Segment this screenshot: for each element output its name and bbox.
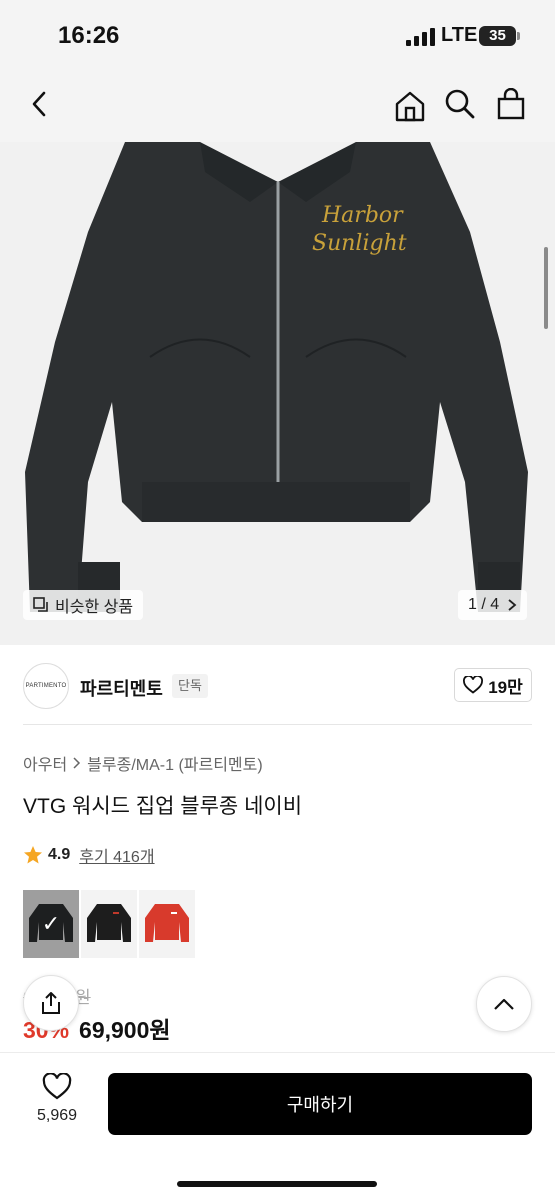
status-bar: 16:26 LTE 35	[0, 0, 555, 68]
home-button[interactable]	[390, 86, 430, 126]
product-image: Harbor Sunlight	[25, 142, 528, 612]
cart-button[interactable]	[491, 84, 531, 124]
product-title: VTG 워시드 집업 블루종 네이비	[23, 795, 303, 818]
chevron-right-icon	[73, 757, 81, 769]
variant-red[interactable]	[139, 890, 195, 958]
check-icon: ✓	[41, 911, 61, 936]
shopping-bag-icon	[497, 88, 525, 120]
brand-row: PARTIMENTO 파르티멘토 단독 19만	[0, 645, 555, 725]
search-icon	[445, 89, 475, 119]
home-icon	[395, 91, 425, 122]
battery-icon: 35	[479, 26, 520, 46]
variant-navy[interactable]: ✓	[23, 890, 79, 958]
breadcrumb: 아우터 블루종/MA-1 (파르티멘토)	[23, 751, 263, 775]
brand-like-button[interactable]: 19만	[454, 668, 532, 702]
variant-black[interactable]	[81, 890, 137, 958]
buy-button[interactable]: 구매하기	[108, 1073, 532, 1135]
share-icon	[42, 992, 60, 1014]
exclusive-badge: 단독	[172, 674, 208, 698]
variant-thumbnail	[145, 904, 189, 942]
scroll-top-button[interactable]	[476, 976, 532, 1032]
variant-thumbnail	[87, 904, 131, 942]
brand-like-count: 19만	[488, 677, 523, 697]
chevron-up-icon	[494, 998, 514, 1010]
pager-text: 1 / 4	[468, 596, 500, 613]
chevron-right-icon	[508, 599, 517, 611]
network-label: LTE	[441, 24, 478, 46]
top-nav	[0, 68, 555, 142]
image-pager[interactable]: 1 / 4	[458, 590, 528, 620]
bottom-action-bar: 5,969 구매하기	[0, 1052, 555, 1200]
color-variants: ✓	[23, 890, 195, 958]
search-button[interactable]	[440, 84, 480, 124]
breadcrumb-item-outer[interactable]: 아우터	[23, 751, 67, 775]
home-indicator	[177, 1181, 377, 1187]
similar-products-button[interactable]: 비슷한 상품	[23, 590, 144, 620]
brand-name[interactable]: 파르티멘토	[80, 675, 163, 701]
similar-products-label: 비슷한 상품	[55, 599, 134, 616]
brand-logo[interactable]: PARTIMENTO	[23, 663, 69, 709]
divider	[23, 724, 532, 725]
rating-value: 4.9	[48, 846, 71, 863]
copy-icon	[33, 597, 48, 612]
signal-icon	[406, 28, 435, 46]
page-scrollbar[interactable]	[544, 247, 548, 329]
breadcrumb-item-category[interactable]: 블루종/MA-1 (파르티멘토)	[87, 751, 263, 775]
embroidery-text-1: Harbor	[321, 203, 404, 228]
wishlist-count: 5,969	[36, 1107, 78, 1124]
heart-icon	[42, 1073, 72, 1100]
chevron-left-icon	[32, 91, 46, 117]
embroidery-text-2: Sunlight	[312, 231, 407, 256]
back-button[interactable]	[20, 84, 60, 124]
product-image-carousel[interactable]: Harbor Sunlight 비슷한 상품 1 / 4	[0, 142, 555, 645]
share-button[interactable]	[23, 975, 79, 1031]
sale-price: 69,900원	[79, 1017, 171, 1043]
heart-icon	[463, 676, 484, 694]
star-icon	[24, 846, 42, 864]
reviews-link[interactable]: 후기 416개	[79, 843, 154, 867]
status-time: 16:26	[58, 22, 120, 49]
wishlist-button[interactable]: 5,969	[28, 1073, 86, 1125]
rating-row: 4.9 후기 416개	[23, 843, 155, 867]
